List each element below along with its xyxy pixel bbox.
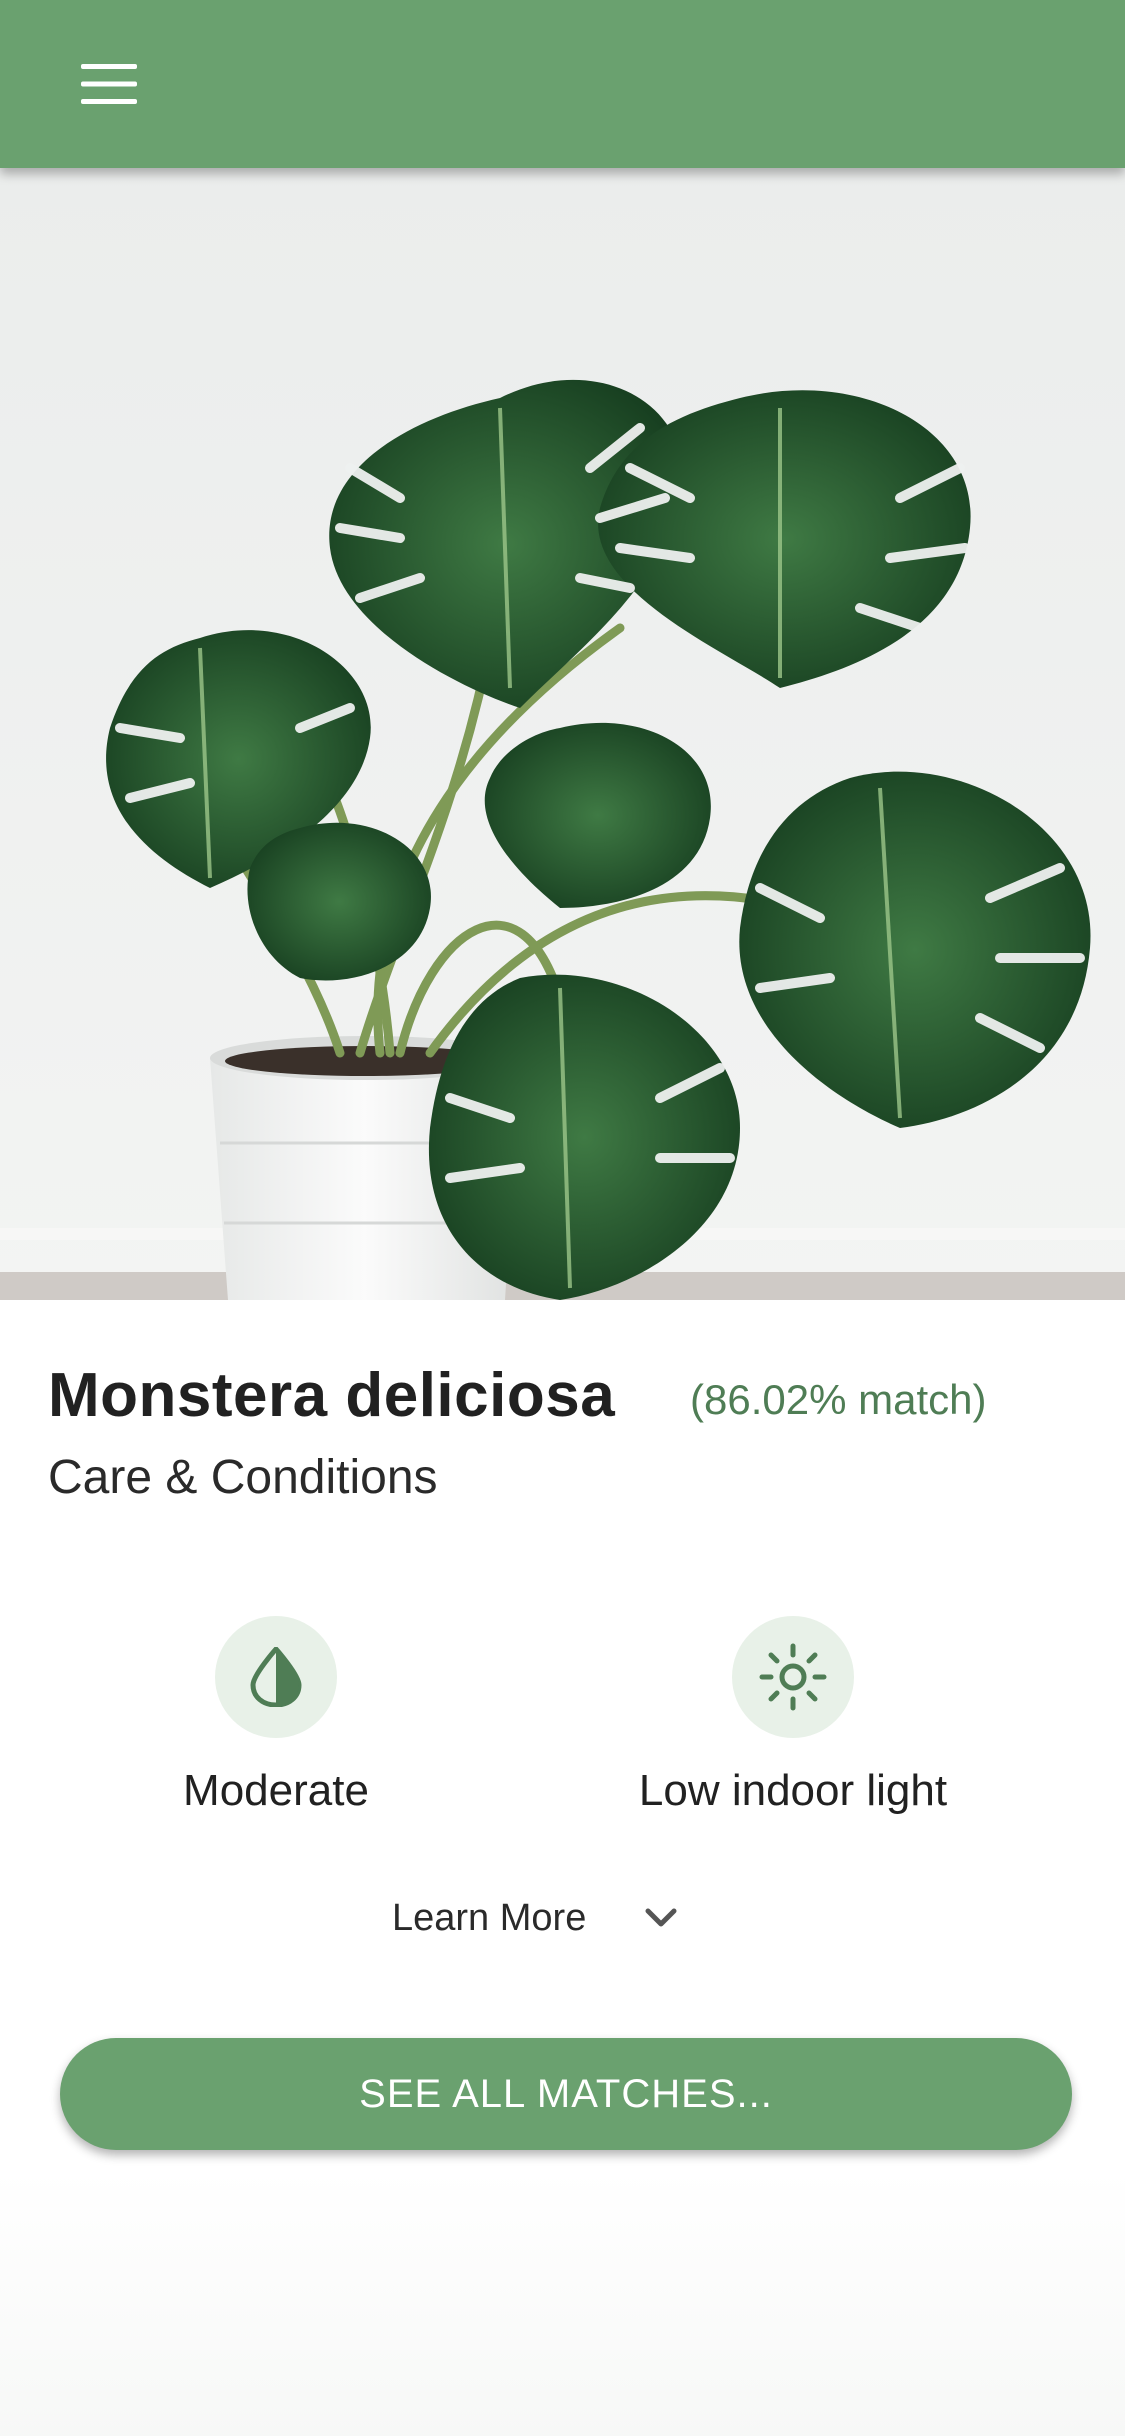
hamburger-menu-icon	[81, 64, 137, 104]
plant-photo	[0, 168, 1125, 1300]
see-all-matches-button[interactable]: SEE ALL MATCHES...	[60, 2038, 1072, 2150]
care-conditions-heading: Care & Conditions	[48, 1451, 438, 1504]
light-info: Low indoor light	[583, 1616, 1003, 1816]
light-level-label: Low indoor light	[638, 1766, 948, 1815]
result-title-row: Monstera deliciosa (86.02% match)	[48, 1360, 1088, 1440]
water-icon-badge	[215, 1616, 337, 1738]
watering-level-label: Moderate	[183, 1766, 369, 1815]
chevron-down-icon	[644, 1907, 678, 1929]
watering-info: Moderate	[66, 1616, 486, 1816]
match-percentage: (86.02% match)	[690, 1376, 987, 1423]
learn-more-toggle[interactable]: Learn More	[392, 1888, 678, 1948]
menu-button[interactable]	[62, 44, 156, 124]
learn-more-label: Learn More	[392, 1896, 587, 1939]
water-drop-icon	[250, 1647, 302, 1707]
bottom-spacer	[0, 2170, 1125, 2436]
app-bar	[0, 0, 1125, 168]
sun-icon-badge	[732, 1616, 854, 1738]
plant-name: Monstera deliciosa	[48, 1361, 616, 1430]
sun-icon	[759, 1643, 827, 1711]
